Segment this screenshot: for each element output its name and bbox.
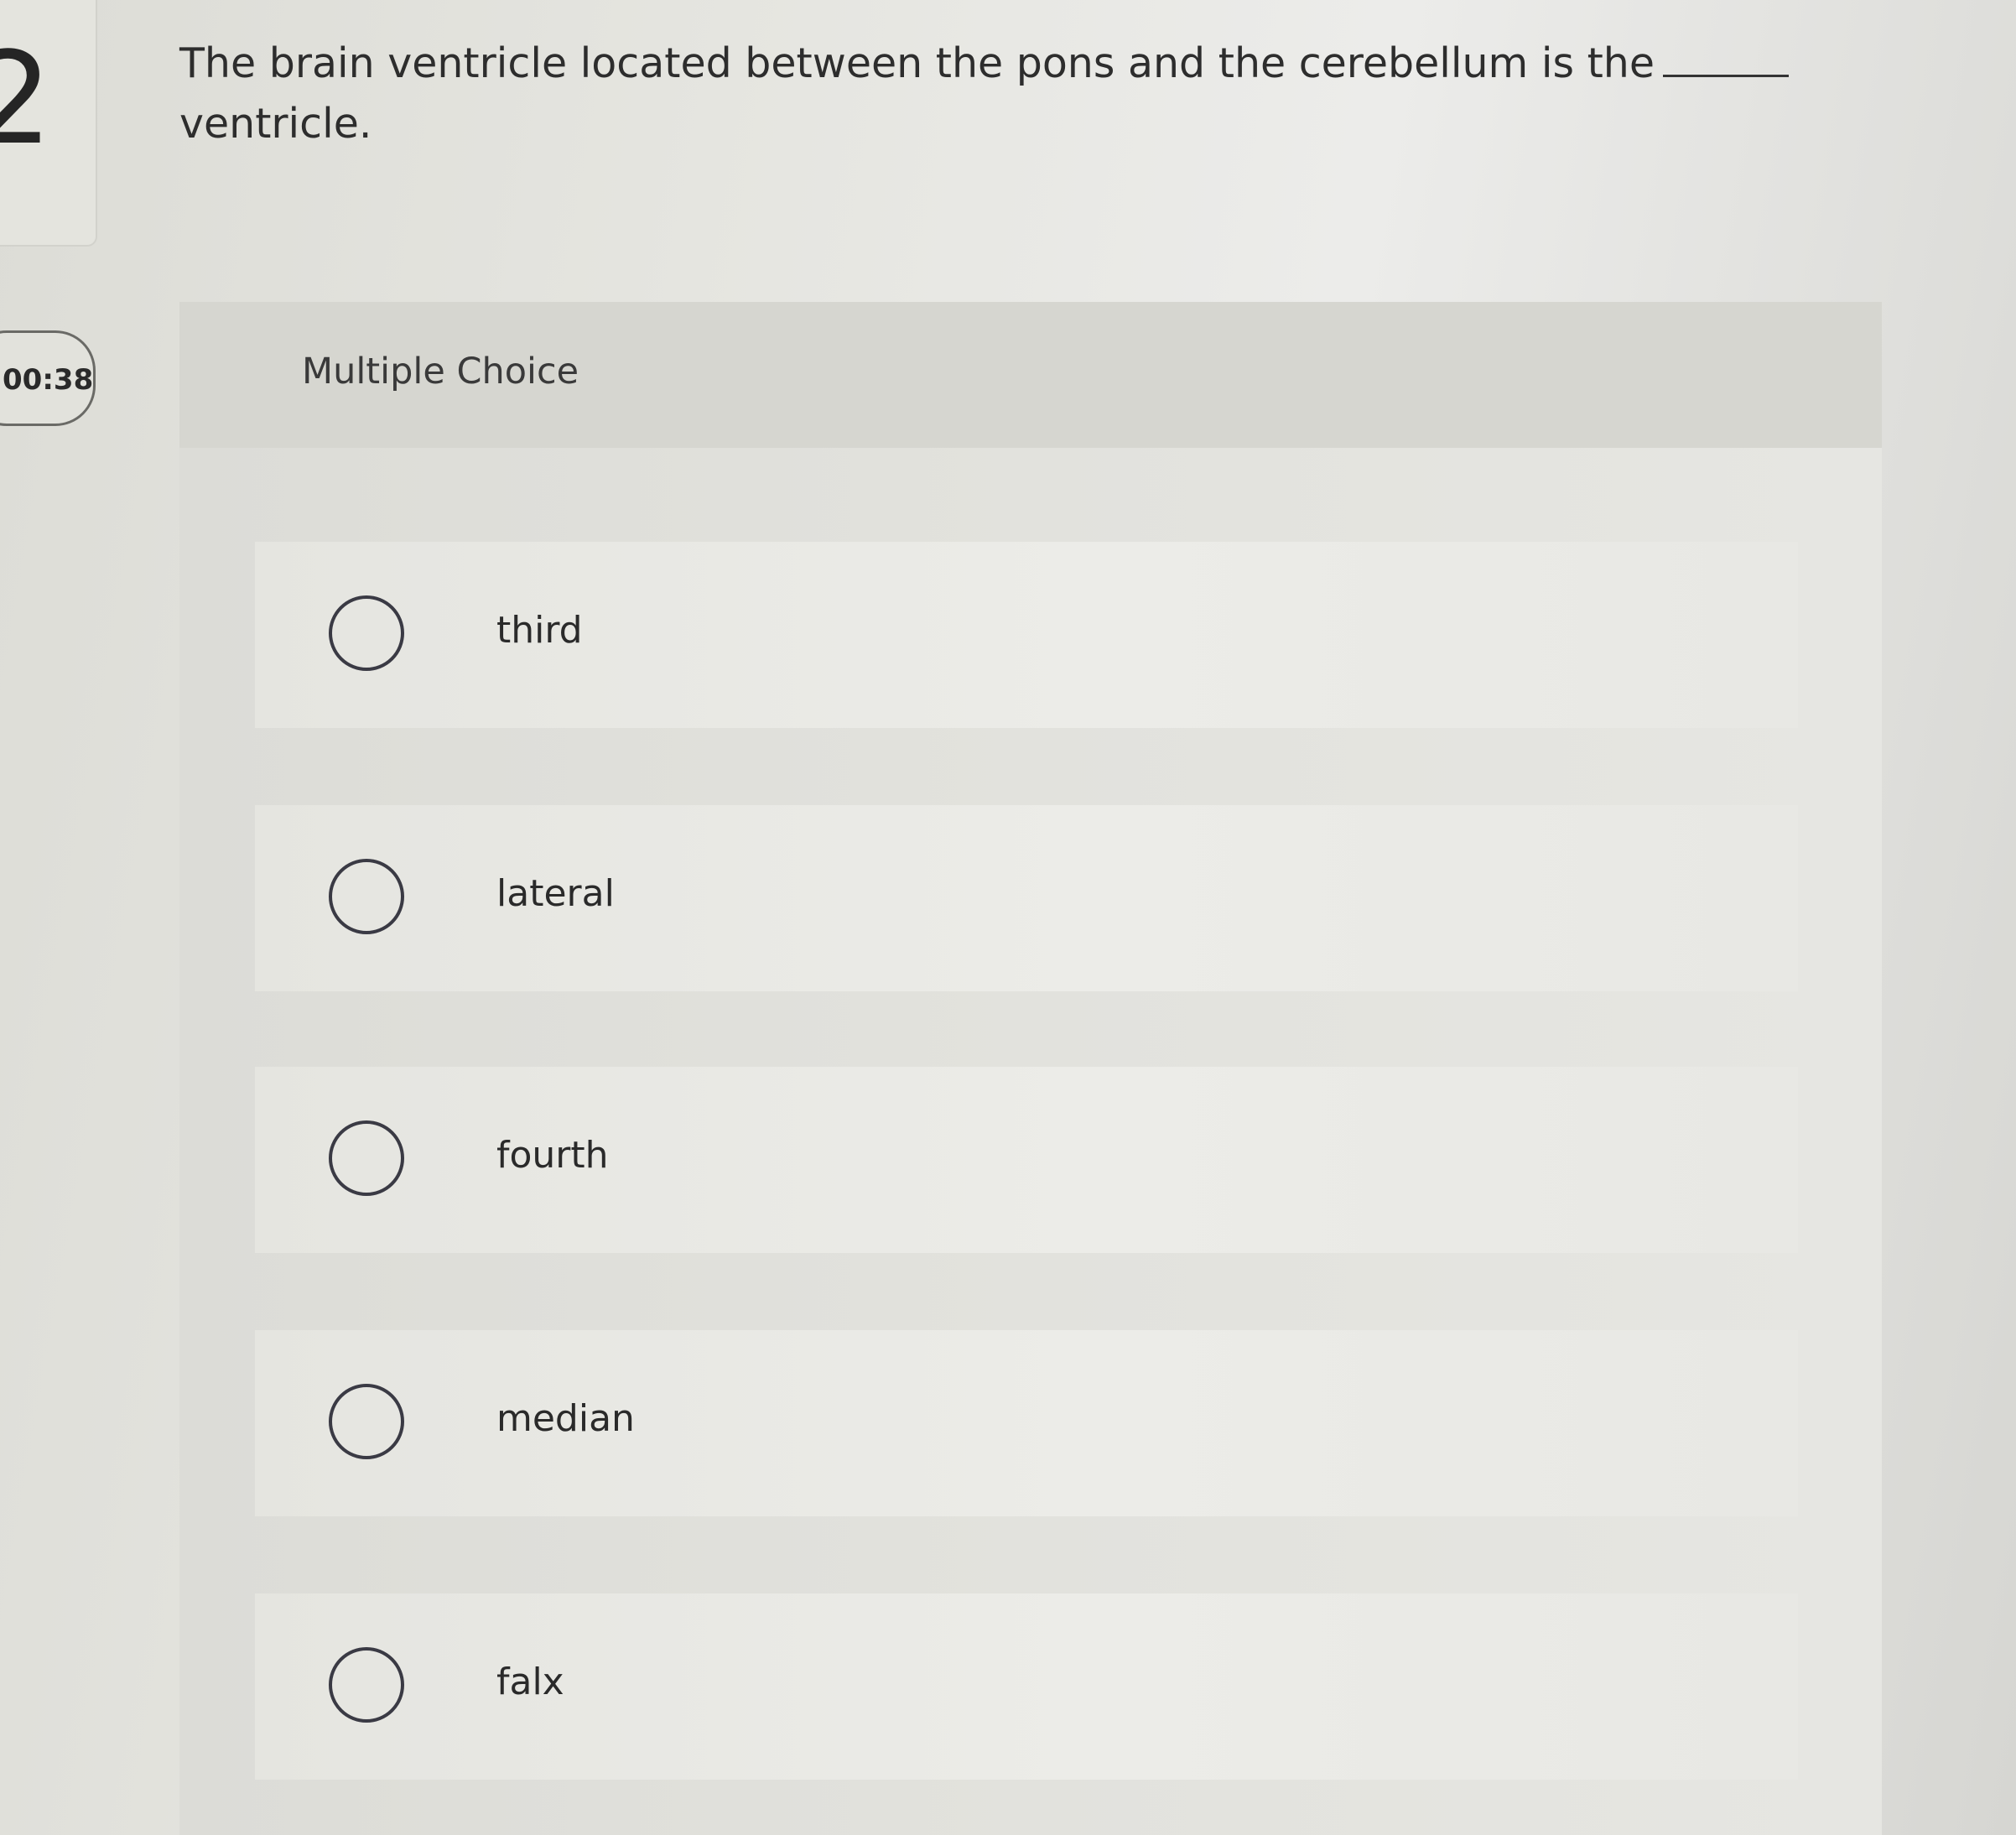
option-median[interactable]: median <box>255 1330 1798 1516</box>
option-lateral[interactable]: lateral <box>255 805 1798 991</box>
option-label: fourth <box>496 1134 609 1177</box>
option-label: median <box>496 1397 635 1440</box>
multiple-choice-panel: Multiple Choice third lateral fourth med… <box>179 302 1882 1835</box>
question-prompt: The brain ventricle located between the … <box>179 34 1815 154</box>
radio-button[interactable] <box>329 1647 404 1723</box>
question-number: 2 <box>0 35 53 163</box>
option-label: lateral <box>496 872 615 915</box>
prompt-text-after-blank: ventricle. <box>179 100 372 148</box>
option-fourth[interactable]: fourth <box>255 1067 1798 1253</box>
radio-button[interactable] <box>329 595 404 671</box>
radio-button[interactable] <box>329 1120 404 1196</box>
question-number-tile: 2 <box>0 0 97 247</box>
option-falx[interactable]: falx <box>255 1593 1798 1780</box>
timer-badge: 00:38 <box>0 330 96 426</box>
option-label: third <box>496 609 583 652</box>
prompt-text-before-blank: The brain ventricle located between the … <box>179 39 1655 87</box>
radio-button[interactable] <box>329 859 404 934</box>
fill-in-blank <box>1663 75 1789 77</box>
question-type-label: Multiple Choice <box>302 351 579 392</box>
radio-button[interactable] <box>329 1384 404 1459</box>
option-third[interactable]: third <box>255 542 1798 728</box>
timer-text: 00:38 <box>3 363 94 397</box>
option-label: falx <box>496 1661 564 1703</box>
panel-header: Multiple Choice <box>179 302 1882 448</box>
